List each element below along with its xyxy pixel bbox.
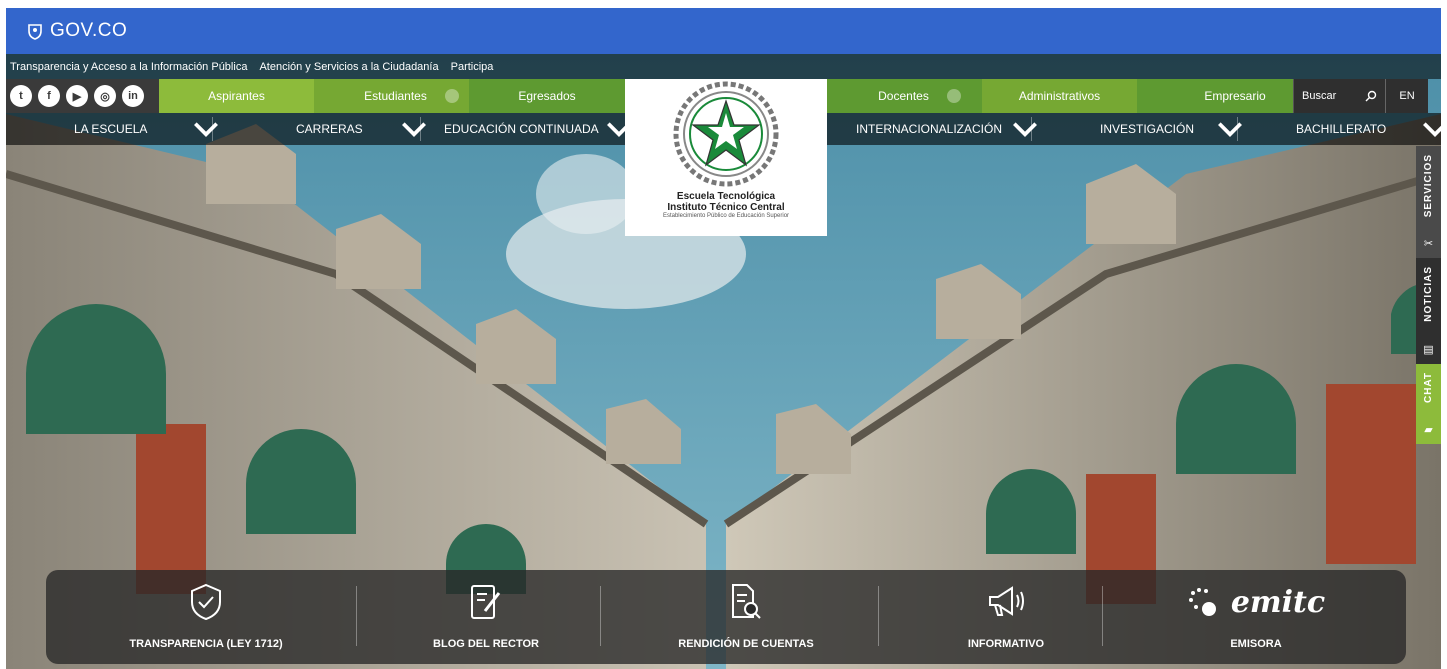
nav-label: LA ESCUELA: [74, 122, 148, 136]
audience-label: Docentes: [878, 89, 929, 103]
nav-bachillerato[interactable]: BACHILLERATO: [1296, 113, 1386, 145]
nav-label: BACHILLERATO: [1296, 122, 1387, 136]
audience-docentes[interactable]: Docentes: [827, 79, 982, 113]
audience-egresados[interactable]: Egresados: [469, 79, 625, 113]
nav-label: CARRERAS: [296, 122, 363, 136]
edit-document-icon: [471, 585, 501, 619]
nav-label: EDUCACIÓN CONTINUADA: [444, 122, 599, 136]
hero-banner: Transparencia y Acceso a la Información …: [6, 54, 1441, 669]
quick-link-label: RENDICIÓN DE CUENTAS: [678, 638, 814, 650]
expand-icon[interactable]: [946, 89, 961, 103]
side-tab-servicios[interactable]: SERVICIOS ✂: [1416, 146, 1441, 258]
audience-label: Estudiantes: [364, 89, 427, 103]
quick-link-label: TRANSPARENCIA (LEY 1712): [129, 638, 283, 650]
linkedin-icon[interactable]: in: [122, 85, 144, 107]
side-tab-label: SERVICIOS: [1423, 154, 1434, 218]
audience-label: Egresados: [518, 89, 576, 103]
chevron-down-icon[interactable]: [1419, 113, 1441, 145]
audience-administrativos[interactable]: Administrativos: [982, 79, 1137, 113]
nav-internacionalizacion[interactable]: INTERNACIONALIZACIÓN: [856, 113, 1002, 145]
search-box[interactable]: Buscar: [1293, 79, 1385, 113]
citizen-services-link[interactable]: Atención y Servicios a la Ciudadanía: [259, 61, 438, 73]
participa-link[interactable]: Participa: [451, 61, 494, 73]
audience-empresario[interactable]: Empresario: [1137, 79, 1293, 113]
youtube-icon[interactable]: ▶: [66, 85, 88, 107]
chevron-down-icon[interactable]: [1214, 113, 1246, 145]
logo-line-2: Instituto Técnico Central: [667, 202, 785, 213]
panel-divider: [600, 586, 601, 646]
emitc-logo: emitc: [1187, 582, 1325, 622]
institution-logo[interactable]: Escuela Tecnológica Instituto Técnico Ce…: [625, 79, 827, 236]
expand-icon[interactable]: [444, 89, 459, 103]
shield-check-icon: [191, 583, 221, 621]
audience-label: Aspirantes: [208, 89, 265, 103]
instagram-icon[interactable]: ◎: [94, 85, 116, 107]
chevron-down-icon[interactable]: [398, 113, 430, 145]
tools-icon: ✂: [1423, 238, 1434, 250]
nav-label: INVESTIGACIÓN: [1100, 122, 1195, 136]
emitc-wordmark: emitc: [1230, 584, 1326, 620]
nav-divider: [212, 117, 213, 141]
nav-divider: [1237, 117, 1238, 141]
quick-link-informativo[interactable]: INFORMATIVO: [896, 570, 1116, 664]
search-icon[interactable]: [1365, 90, 1377, 102]
quick-link-label: BLOG DEL RECTOR: [433, 638, 539, 650]
nav-educacion-continuada[interactable]: EDUCACIÓN CONTINUADA: [444, 113, 599, 145]
side-tab-chat[interactable]: CHAT ▰: [1416, 364, 1441, 444]
social-links: t f ▶ ◎ in: [6, 79, 159, 113]
panel-divider: [878, 586, 879, 646]
govco-bar-inner: GOV.CO: [6, 8, 1441, 54]
chat-icon: ▰: [1424, 424, 1433, 436]
transparency-link[interactable]: Transparencia y Acceso a la Información …: [10, 61, 247, 73]
quick-link-label: EMISORA: [1230, 638, 1282, 650]
facebook-icon[interactable]: f: [38, 85, 60, 107]
newspaper-icon: ▤: [1423, 344, 1434, 356]
nav-label: INTERNACIONALIZACIÓN: [856, 122, 1003, 136]
side-tab-label: CHAT: [1423, 372, 1434, 404]
document-search-icon: [732, 584, 761, 619]
audience-aspirantes[interactable]: Aspirantes: [159, 79, 314, 113]
megaphone-icon: [989, 586, 1024, 616]
nav-divider: [420, 117, 421, 141]
twitter-icon[interactable]: t: [10, 85, 32, 107]
nav-investigacion[interactable]: INVESTIGACIÓN: [1100, 113, 1194, 145]
nav-carreras[interactable]: CARRERAS: [296, 113, 363, 145]
transparency-bar: Transparencia y Acceso a la Información …: [6, 54, 1441, 79]
audience-label: Administrativos: [1018, 89, 1101, 103]
gear-star-logo-icon: [673, 81, 779, 187]
side-tab-label: NOTICIAS: [1423, 266, 1434, 322]
govco-bar: GOV.CO: [0, 0, 1447, 54]
logo-line-3: Establecimiento Público de Educación Sup…: [662, 213, 790, 219]
chevron-down-icon[interactable]: [1009, 113, 1041, 145]
audience-estudiantes[interactable]: Estudiantes: [314, 79, 469, 113]
audience-label: Empresario: [1204, 89, 1266, 103]
nav-la-escuela[interactable]: LA ESCUELA: [74, 113, 147, 145]
side-tab-noticias[interactable]: NOTICIAS ▤: [1416, 258, 1441, 364]
govco-label: GOV.CO: [50, 20, 128, 41]
quick-link-rendicion-cuentas[interactable]: RENDICIÓN DE CUENTAS: [626, 570, 866, 664]
panel-divider: [356, 586, 357, 646]
panel-divider: [1102, 586, 1103, 646]
radio-waves-icon: [1188, 588, 1216, 616]
quick-link-emisora[interactable]: emitc EMISORA: [1146, 570, 1366, 664]
chevron-down-icon[interactable]: [190, 113, 222, 145]
quick-link-blog-rector[interactable]: BLOG DEL RECTOR: [376, 570, 596, 664]
quick-links-panel: TRANSPARENCIA (LEY 1712) BLOG DEL RECTOR: [46, 570, 1406, 664]
quick-link-label: INFORMATIVO: [967, 638, 1045, 650]
search-label: Buscar: [1302, 90, 1337, 102]
logo-line-1: Escuela Tecnológica: [676, 191, 776, 202]
colombia-shield-icon: [28, 24, 42, 40]
govco-logo[interactable]: GOV.CO: [26, 20, 127, 42]
language-button[interactable]: EN: [1385, 79, 1428, 113]
nav-divider: [1031, 117, 1032, 141]
quick-link-transparencia[interactable]: TRANSPARENCIA (LEY 1712): [96, 570, 316, 664]
